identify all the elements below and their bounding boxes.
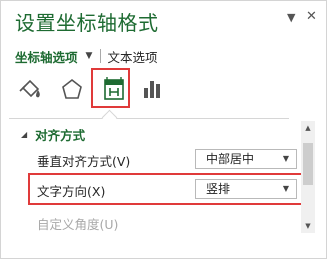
chevron-down-icon: ▼: [282, 154, 289, 163]
text-direction-label: 文字方向(X): [37, 184, 106, 199]
axis-options-icon[interactable]: [138, 71, 168, 107]
text-direction-select[interactable]: 竖排 ▼: [195, 179, 297, 199]
collapse-triangle-icon[interactable]: ◢: [21, 130, 27, 139]
text-options-tab[interactable]: 文本选项: [107, 47, 157, 66]
scroll-down-icon[interactable]: ▼: [301, 219, 315, 233]
pane-title: 设置坐标轴格式: [15, 11, 159, 35]
pane-options-dropdown-icon[interactable]: ▼: [287, 11, 295, 24]
fill-line-icon[interactable]: [15, 71, 45, 107]
text-direction-value: 竖排: [206, 182, 231, 196]
alignment-section-header[interactable]: ◢ 对齐方式: [21, 125, 85, 144]
selected-tab-notch: [101, 109, 118, 126]
vertical-align-label: 垂直对齐方式(V): [37, 154, 131, 169]
scroll-thumb[interactable]: [303, 143, 313, 185]
close-icon[interactable]: ✕: [306, 9, 317, 24]
pane-scrollbar[interactable]: ▲ ▼: [301, 121, 315, 233]
icon-bar-divider: [9, 118, 289, 119]
options-tabs: 坐标轴选项 ▼ 文本选项: [15, 47, 157, 65]
chevron-down-icon: ▼: [282, 184, 289, 193]
alignment-section-title: 对齐方式: [35, 128, 86, 143]
format-axis-pane: 设置坐标轴格式 ▼ ✕ 坐标轴选项 ▼ 文本选项 ◢ 对齐方式 垂直对齐方式(V…: [0, 0, 327, 259]
tab-divider: [100, 49, 102, 63]
custom-angle-label: 自定义角度(U): [37, 217, 119, 232]
axis-options-tab[interactable]: 坐标轴选项: [15, 47, 78, 66]
axis-options-chevron-down-icon[interactable]: ▼: [86, 51, 93, 61]
vertical-align-value: 中部居中: [206, 152, 255, 166]
effects-pentagon-icon[interactable]: [57, 71, 87, 107]
vertical-align-select[interactable]: 中部居中 ▼: [195, 149, 297, 169]
selected-category-highlight: [91, 68, 130, 108]
scroll-up-icon[interactable]: ▲: [301, 121, 315, 135]
